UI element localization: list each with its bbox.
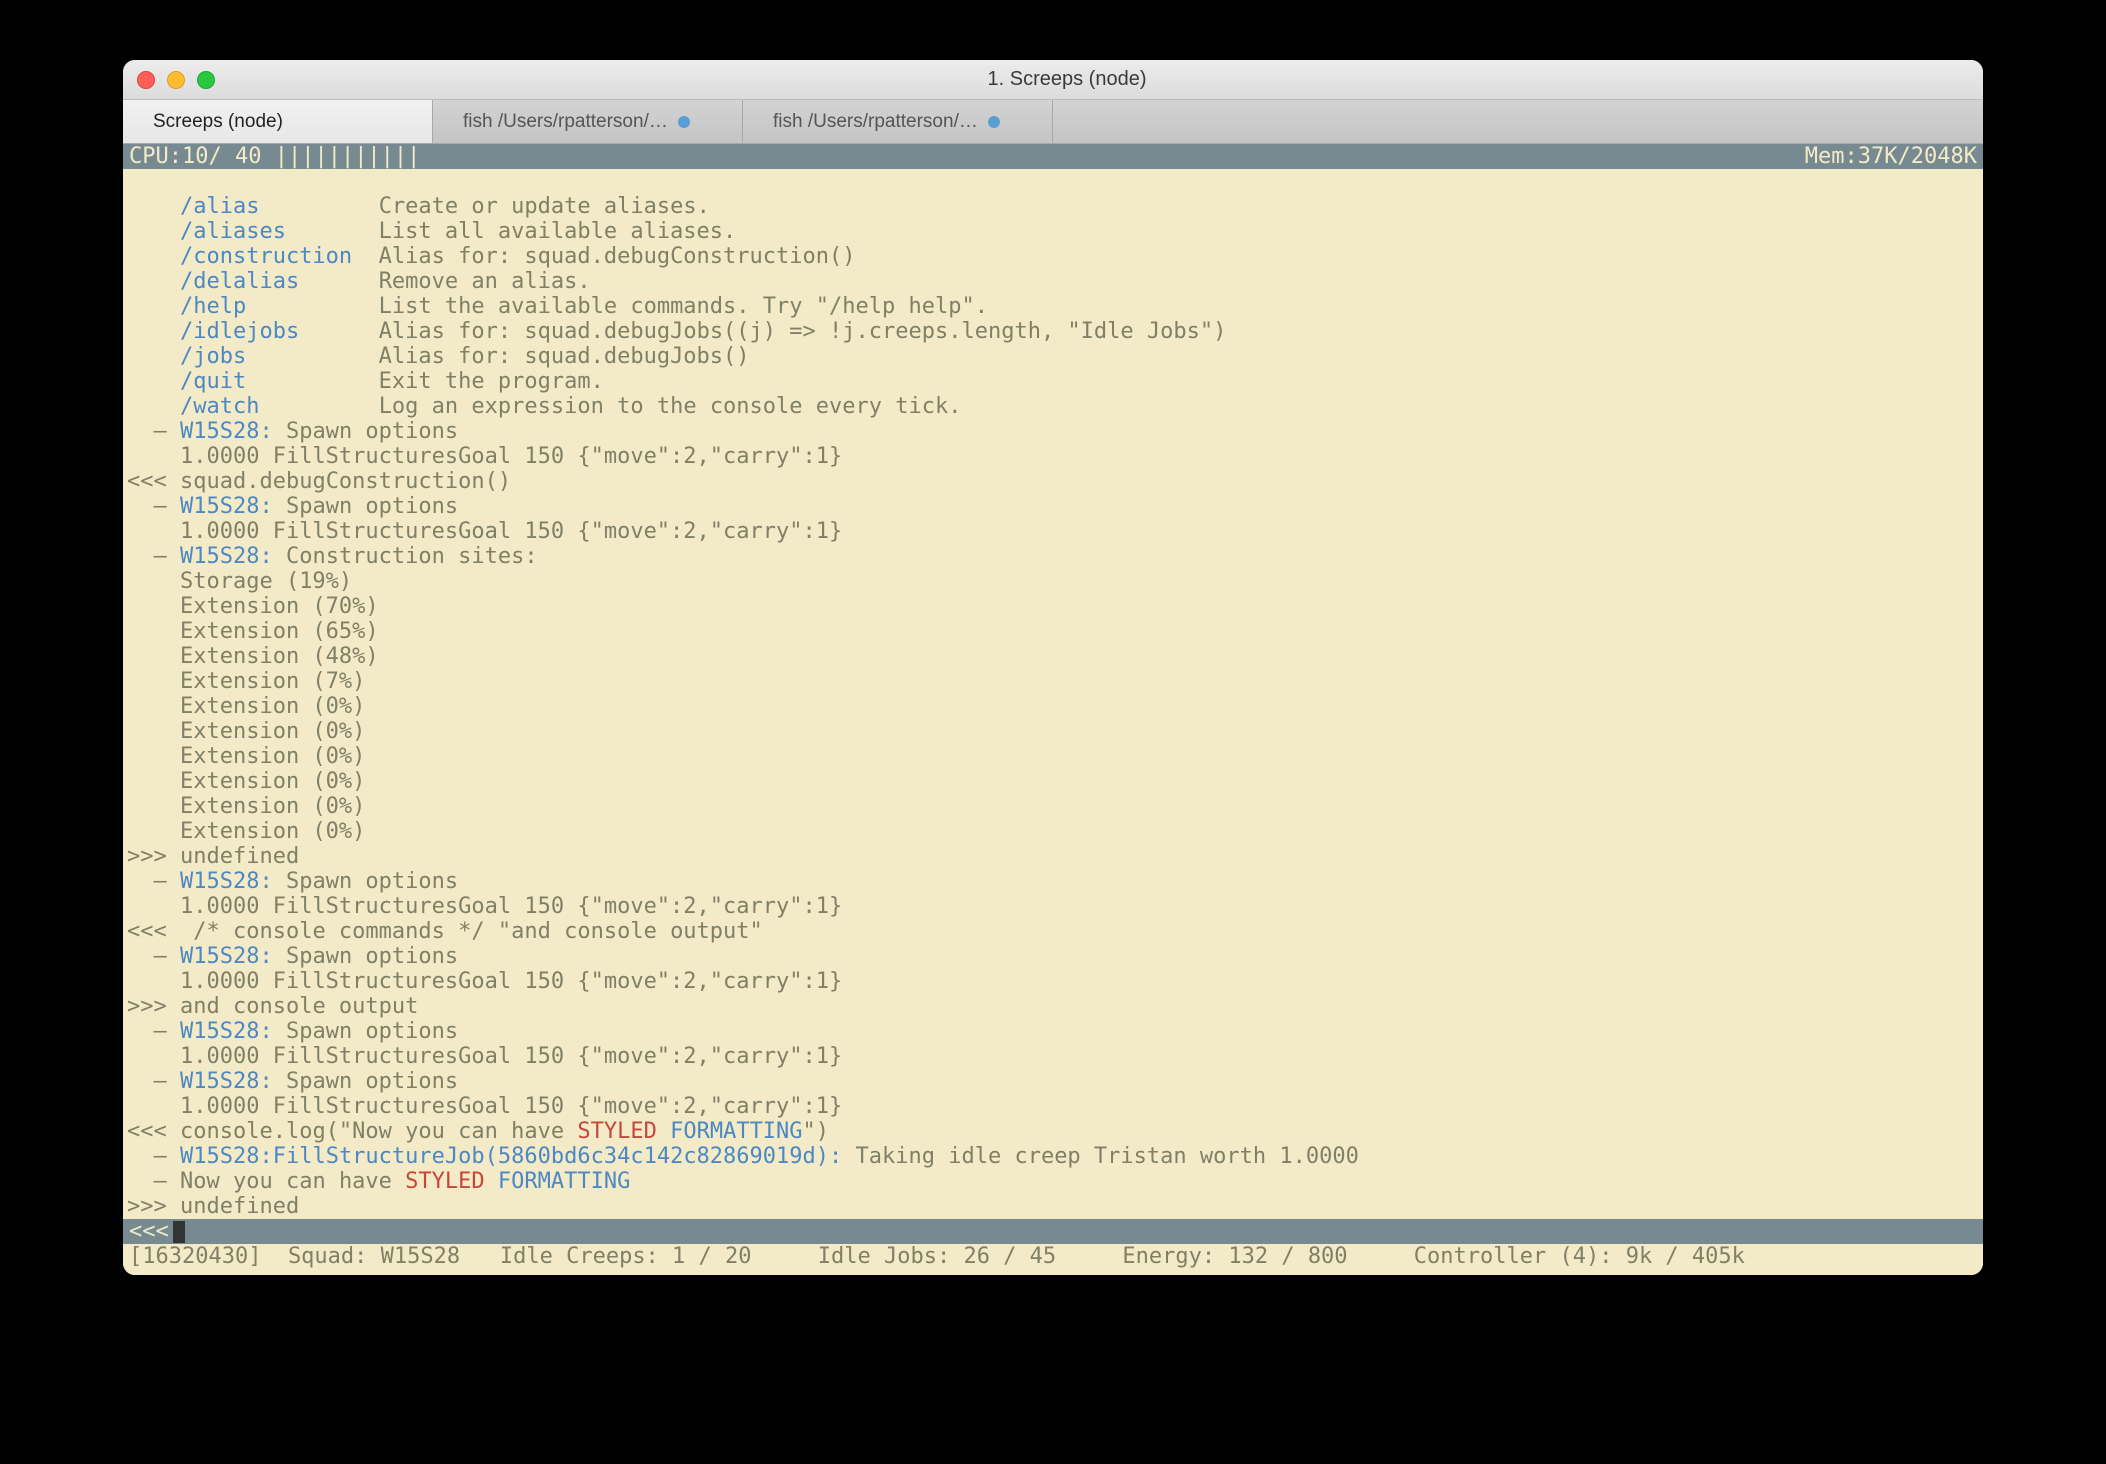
csite-row: Extension (0%) <box>127 719 365 744</box>
tab-label: Screeps (node) <box>153 111 283 133</box>
help-row: /construction Alias for: squad.debugCons… <box>127 244 856 269</box>
log-row: 1.0000 FillStructuresGoal 150 {"move":2,… <box>127 1094 842 1119</box>
input-row: <<< console.log("Now you can have STYLED… <box>127 1119 829 1144</box>
modified-dot-icon <box>678 116 690 128</box>
log-row: 1.0000 FillStructuresGoal 150 {"move":2,… <box>127 1044 842 1069</box>
help-row: /quit Exit the program. <box>127 369 604 394</box>
footer-status: [16320430] Squad: W15S28 Idle Creeps: 1 … <box>123 1244 1983 1275</box>
csite-row: Extension (70%) <box>127 594 379 619</box>
cpu-label: CPU: <box>129 144 182 169</box>
help-row: /watch Log an expression to the console … <box>127 394 961 419</box>
terminal-window: 1. Screeps (node) Screeps (node) fish /U… <box>123 60 1983 1275</box>
cpu-value: 10/ 40 ||||||||||| <box>182 144 420 169</box>
tab-bar: Screeps (node) fish /Users/rpatterson/… … <box>123 100 1983 144</box>
window-title: 1. Screeps (node) <box>225 68 1909 91</box>
modified-dot-icon <box>988 116 1000 128</box>
log-row: 1.0000 FillStructuresGoal 150 {"move":2,… <box>127 894 842 919</box>
help-row: /jobs Alias for: squad.debugJobs() <box>127 344 750 369</box>
status-bar: CPU: 10/ 40 ||||||||||| Mem: 37K/2048K <box>123 144 1983 169</box>
log-row: – W15S28: Construction sites: <box>127 544 538 569</box>
mem-label: Mem: <box>1805 144 1858 169</box>
log-row: 1.0000 FillStructuresGoal 150 {"move":2,… <box>127 519 842 544</box>
csite-row: Extension (0%) <box>127 794 365 819</box>
help-row: /idlejobs Alias for: squad.debugJobs((j)… <box>127 319 1226 344</box>
input-row: <<< /* console commands */ "and console … <box>127 919 763 944</box>
tab-fish-1[interactable]: fish /Users/rpatterson/… <box>433 100 743 143</box>
csite-row: Extension (0%) <box>127 744 365 769</box>
mem-value: 37K/2048K <box>1858 144 1977 169</box>
log-row: – W15S28: Spawn options <box>127 1019 458 1044</box>
terminal-body: CPU: 10/ 40 ||||||||||| Mem: 37K/2048K /… <box>123 144 1983 1275</box>
prompt-line[interactable]: <<< <box>123 1219 1983 1244</box>
log-row: – W15S28: Spawn options <box>127 1069 458 1094</box>
csite-row: Extension (48%) <box>127 644 379 669</box>
titlebar: 1. Screeps (node) <box>123 60 1983 100</box>
log-row: 1.0000 FillStructuresGoal 150 {"move":2,… <box>127 444 842 469</box>
tab-label: fish /Users/rpatterson/… <box>773 111 978 133</box>
terminal-output[interactable]: /alias Create or update aliases. /aliase… <box>123 169 1983 1219</box>
log-row: – W15S28: Spawn options <box>127 869 458 894</box>
output-row: >>> and console output <box>127 994 418 1019</box>
tab-fish-2[interactable]: fish /Users/rpatterson/… <box>743 100 1053 143</box>
output-row: >>> undefined <box>127 844 299 869</box>
help-row: /aliases List all available aliases. <box>127 219 736 244</box>
csite-row: Storage (19%) <box>127 569 352 594</box>
tab-label: fish /Users/rpatterson/… <box>463 111 668 133</box>
minimize-icon[interactable] <box>167 71 185 89</box>
help-row: /help List the available commands. Try "… <box>127 294 988 319</box>
csite-row: Extension (0%) <box>127 819 365 844</box>
output-row: >>> undefined <box>127 1194 299 1219</box>
tab-screeps[interactable]: Screeps (node) <box>123 100 433 143</box>
cursor-icon <box>173 1221 185 1243</box>
csite-row: Extension (7%) <box>127 669 365 694</box>
traffic-lights <box>137 71 215 89</box>
help-row: /delalias Remove an alias. <box>127 269 591 294</box>
log-row: – W15S28: Spawn options <box>127 494 458 519</box>
log-row: – W15S28:FillStructureJob(5860bd6c34c142… <box>127 1144 1359 1169</box>
log-row: – Now you can have STYLED FORMATTING <box>127 1169 630 1194</box>
log-row: – W15S28: Spawn options <box>127 944 458 969</box>
input-row: <<< squad.debugConstruction() <box>127 469 511 494</box>
csite-row: Extension (0%) <box>127 769 365 794</box>
csite-row: Extension (65%) <box>127 619 379 644</box>
help-row: /alias Create or update aliases. <box>127 194 710 219</box>
log-row: – W15S28: Spawn options <box>127 419 458 444</box>
prompt-marker: <<< <box>129 1219 169 1244</box>
zoom-icon[interactable] <box>197 71 215 89</box>
close-icon[interactable] <box>137 71 155 89</box>
csite-row: Extension (0%) <box>127 694 365 719</box>
log-row: 1.0000 FillStructuresGoal 150 {"move":2,… <box>127 969 842 994</box>
